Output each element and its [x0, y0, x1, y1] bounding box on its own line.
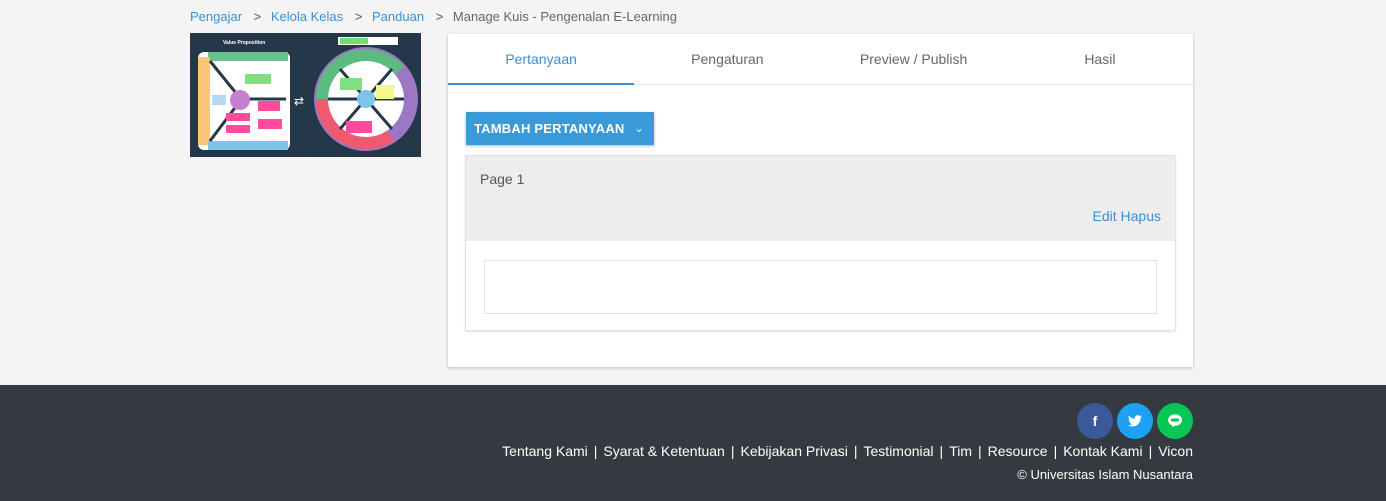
breadcrumb-link-kelola-kelas[interactable]: Kelola Kelas	[271, 9, 343, 24]
footer-separator: |	[730, 443, 735, 459]
social-links: f	[1077, 403, 1193, 439]
question-list-area	[484, 260, 1157, 314]
copyright: © Universitas Islam Nusantara	[1017, 467, 1193, 482]
footer-link-tim[interactable]: Tim	[949, 443, 972, 459]
add-question-button[interactable]: TAMBAH PERTANYAAN ⌄	[466, 112, 654, 145]
tab-bar: Pertanyaan Pengaturan Preview / Publish …	[448, 34, 1193, 85]
breadcrumb-separator: >	[354, 9, 363, 24]
footer-links: Tentang Kami | Syarat & Ketentuan | Kebijaka…	[502, 443, 1193, 459]
footer-separator: |	[593, 443, 598, 459]
facebook-icon[interactable]: f	[1077, 403, 1113, 439]
twitter-icon[interactable]	[1117, 403, 1153, 439]
add-question-label: TAMBAH PERTANYAAN	[474, 121, 625, 136]
footer-separator: |	[939, 443, 944, 459]
tab-preview-publish[interactable]: Preview / Publish	[821, 34, 1007, 84]
edit-page-link[interactable]: Edit	[1093, 208, 1117, 224]
page-title: Page 1	[480, 171, 525, 187]
footer-link-tentang-kami[interactable]: Tentang Kami	[502, 443, 588, 459]
page-card: Page 1 Edit Hapus	[465, 155, 1176, 331]
breadcrumb-separator: >	[435, 9, 444, 24]
page-actions: Edit Hapus	[1093, 208, 1161, 224]
tab-pertanyaan[interactable]: Pertanyaan	[448, 34, 635, 85]
page-card-header: Page 1 Edit Hapus	[466, 156, 1175, 241]
footer-link-resource[interactable]: Resource	[988, 443, 1048, 459]
footer-link-testimonial[interactable]: Testimonial	[864, 443, 934, 459]
course-thumbnail: Value Proposition ⇄	[190, 33, 421, 157]
footer-link-syarat[interactable]: Syarat & Ketentuan	[603, 443, 724, 459]
breadcrumb: Pengajar > Kelola Kelas > Panduan > Mana…	[190, 9, 677, 24]
footer-separator: |	[853, 443, 858, 459]
chevron-down-icon: ⌄	[634, 123, 644, 135]
breadcrumb-current: Manage Kuis - Pengenalan E-Learning	[452, 9, 677, 24]
footer: f Tentang Kami | Syarat & Ketentuan | Kebija…	[0, 385, 1386, 501]
svg-text:⇄: ⇄	[294, 94, 304, 108]
delete-page-link[interactable]: Hapus	[1121, 208, 1161, 224]
quiz-manager-panel: Pertanyaan Pengaturan Preview / Publish …	[448, 34, 1193, 367]
footer-separator: |	[1148, 443, 1153, 459]
footer-link-kebijakan-privasi[interactable]: Kebijakan Privasi	[740, 443, 847, 459]
footer-link-vicon[interactable]: Vicon	[1158, 443, 1193, 459]
footer-separator: |	[978, 443, 982, 459]
footer-link-kontak-kami[interactable]: Kontak Kami	[1063, 443, 1142, 459]
breadcrumb-link-pengajar[interactable]: Pengajar	[190, 9, 242, 24]
tab-hasil[interactable]: Hasil	[1007, 34, 1193, 84]
tab-pengaturan[interactable]: Pengaturan	[634, 34, 820, 84]
breadcrumb-link-panduan[interactable]: Panduan	[372, 9, 424, 24]
thumbnail-title: Value Proposition	[223, 40, 265, 46]
breadcrumb-separator: >	[253, 9, 262, 24]
line-icon[interactable]	[1157, 403, 1193, 439]
footer-separator: |	[1053, 443, 1058, 459]
value-proposition-canvas-image: Value Proposition ⇄	[190, 33, 421, 157]
